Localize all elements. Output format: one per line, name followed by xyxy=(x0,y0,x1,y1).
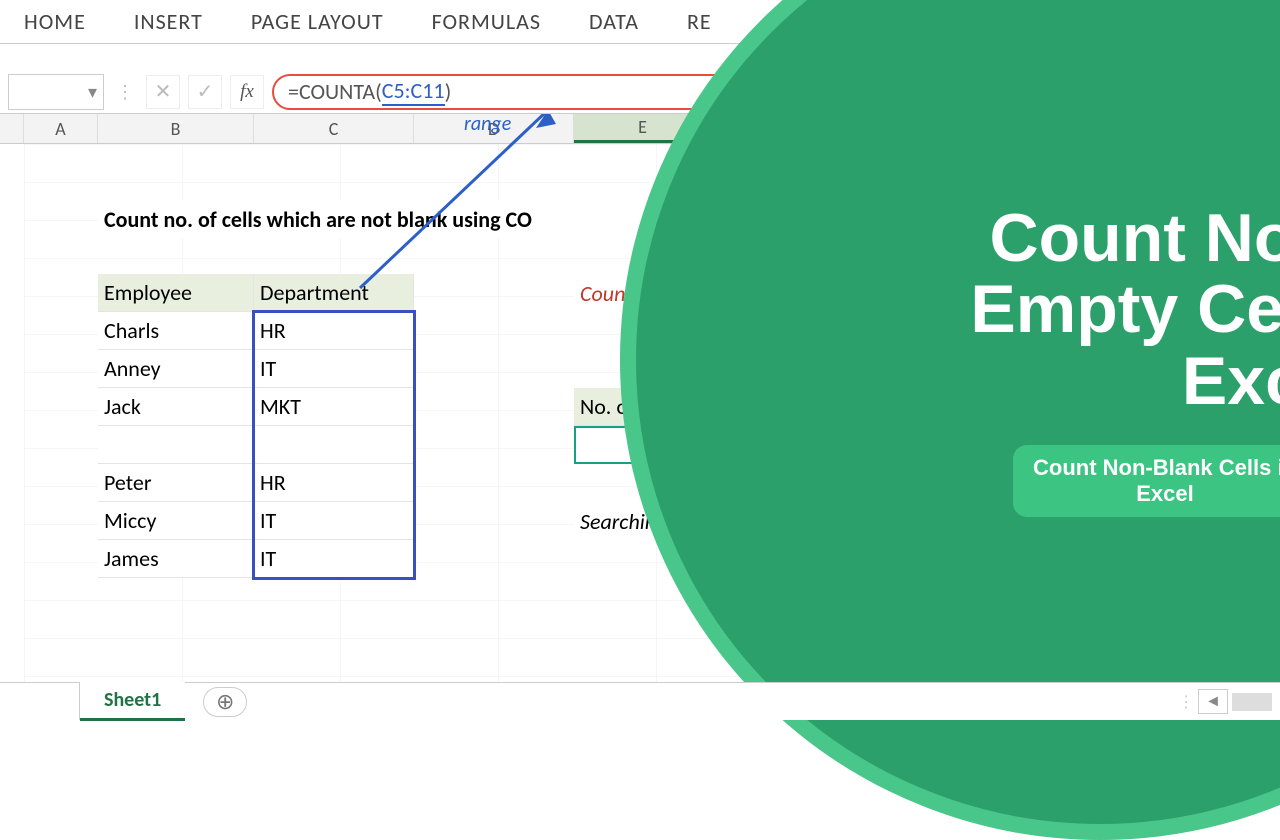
cell-emp-1[interactable]: Anney xyxy=(98,350,254,388)
horizontal-scroll-controls: ⋮ ◄ xyxy=(1178,689,1280,714)
fx-icon[interactable]: fx xyxy=(230,75,264,109)
overlay-title: Count Non- Empty Cells Excel xyxy=(970,203,1280,417)
scrollbar-thumb[interactable] xyxy=(1232,693,1272,711)
overlay-badge: Count Non-Blank Cells in Excel xyxy=(1013,445,1280,517)
header-employee: Employee xyxy=(98,274,254,312)
sheet-tab-active[interactable]: Sheet1 xyxy=(80,682,185,721)
formula-bar-grip: ⋮ xyxy=(112,81,138,103)
range-annotation-label: range xyxy=(464,114,511,136)
cell-emp-4[interactable]: Peter xyxy=(98,464,254,502)
accept-formula-button[interactable]: ✓ xyxy=(188,75,222,109)
overlay-title-line1: Count Non- xyxy=(970,203,1280,274)
cell-emp-5[interactable]: Miccy xyxy=(98,502,254,540)
overlay-title-line3: Excel xyxy=(970,346,1280,417)
overlay-title-line2: Empty Cells xyxy=(970,274,1280,345)
chevron-down-icon[interactable]: ▾ xyxy=(88,81,97,103)
tab-page-layout[interactable]: PAGE LAYOUT xyxy=(235,2,400,41)
cell-emp-6[interactable]: James xyxy=(98,540,254,578)
add-sheet-button[interactable]: ⊕ xyxy=(203,687,247,717)
select-all-corner[interactable] xyxy=(0,114,24,143)
scroll-grip[interactable]: ⋮ xyxy=(1178,692,1194,712)
col-header-A[interactable]: A xyxy=(24,114,98,143)
header-department: Department xyxy=(254,274,414,312)
name-box[interactable]: ▾ xyxy=(8,74,104,110)
scroll-left-icon[interactable]: ◄ xyxy=(1198,689,1228,714)
sheet-tab-bar: Sheet1 ⊕ ⋮ ◄ xyxy=(0,682,1280,720)
sheet-nav-spacer xyxy=(0,683,80,720)
col-header-C[interactable]: C xyxy=(254,114,414,143)
cell-emp-0[interactable]: Charls xyxy=(98,312,254,350)
cell-emp-2[interactable]: Jack xyxy=(98,388,254,426)
formula-text-prefix: =COUNTA( xyxy=(288,78,382,105)
formula-range-highlight: C5:C11 xyxy=(382,77,445,106)
formula-text-suffix: ) xyxy=(445,78,452,105)
col-header-B[interactable]: B xyxy=(98,114,254,143)
cancel-formula-button[interactable]: ✕ xyxy=(146,75,180,109)
tab-review-partial[interactable]: RE xyxy=(671,2,728,41)
tab-insert[interactable]: INSERT xyxy=(118,2,219,41)
cell-emp-3[interactable] xyxy=(98,426,254,464)
tab-data[interactable]: DATA xyxy=(573,2,655,41)
tab-formulas[interactable]: FORMULAS xyxy=(416,2,557,41)
range-selection-outline xyxy=(252,310,416,580)
tab-home[interactable]: HOME xyxy=(8,2,102,41)
